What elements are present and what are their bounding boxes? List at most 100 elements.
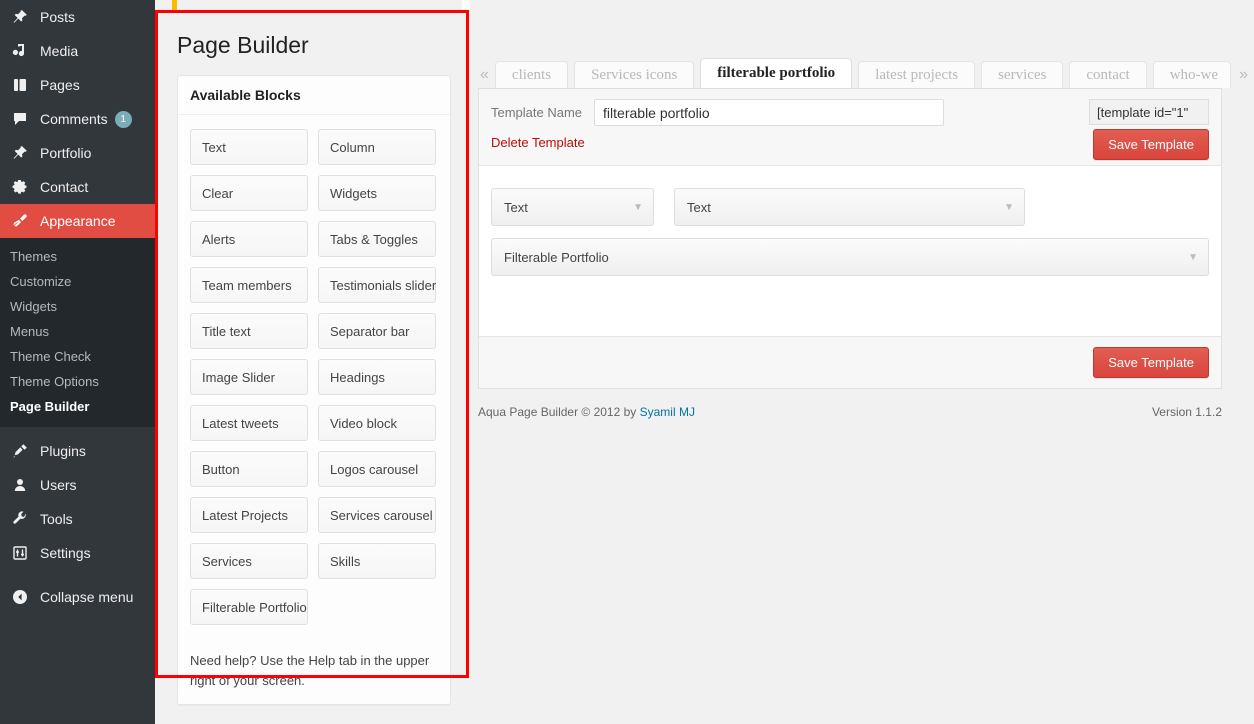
tab-services-icons[interactable]: Services icons <box>574 61 695 88</box>
sidebar-item-label: Users <box>40 477 77 493</box>
sidebar-item-comments[interactable]: Comments 1 <box>0 102 155 136</box>
available-block-latest-projects[interactable]: Latest Projects <box>190 497 308 533</box>
tabs-prev-arrow-icon[interactable]: « <box>478 66 495 88</box>
template-block-text-1[interactable]: Text ▼ <box>491 188 654 226</box>
template-block-label: Text <box>504 199 528 215</box>
sidebar-item-label: Pages <box>40 77 80 93</box>
tab-clients[interactable]: clients <box>494 61 569 88</box>
available-block-services[interactable]: Services <box>190 543 308 579</box>
available-block-widgets[interactable]: Widgets <box>318 175 436 211</box>
available-block-button[interactable]: Button <box>190 451 308 487</box>
tab-services[interactable]: services <box>981 61 1064 88</box>
available-block-clear[interactable]: Clear <box>190 175 308 211</box>
menu-divider <box>0 427 155 434</box>
submenu-item-menus[interactable]: Menus <box>0 319 155 344</box>
submenu-item-widgets[interactable]: Widgets <box>0 294 155 319</box>
template-block-label: Text <box>687 199 711 215</box>
submenu-item-customize[interactable]: Customize <box>0 269 155 294</box>
sliders-icon <box>10 543 30 563</box>
sidebar-item-media[interactable]: Media <box>0 34 155 68</box>
template-name-input[interactable] <box>594 99 945 126</box>
available-block-filterable-portfolio[interactable]: Filterable Portfolio <box>190 589 308 625</box>
sidebar-item-label: Comments <box>40 111 108 127</box>
available-block-latest-tweets[interactable]: Latest tweets <box>190 405 308 441</box>
available-block-title-text[interactable]: Title text <box>190 313 308 349</box>
template-editor-header: Template Name [template id="1" Delete Te… <box>479 89 1221 166</box>
sidebar-item-label: Media <box>40 43 79 59</box>
page-title: Page Builder <box>177 32 309 58</box>
available-block-logos-carousel[interactable]: Logos carousel <box>318 451 436 487</box>
sidebar-item-appearance[interactable]: Appearance <box>0 204 163 238</box>
available-blocks-help-text: Need help? Use the Help tab in the upper… <box>190 653 430 688</box>
sidebar-item-label: Appearance <box>40 213 116 229</box>
available-blocks-grid: Text Column Clear Widgets Alerts Tabs & … <box>190 129 438 625</box>
available-block-column[interactable]: Column <box>318 129 436 165</box>
admin-menu-top: Posts Media Pages Comments 1 Portfolio C… <box>0 0 163 238</box>
submenu-item-theme-options[interactable]: Theme Options <box>0 369 155 394</box>
template-block-text-2[interactable]: Text ▼ <box>674 188 1025 226</box>
available-blocks-panel: Available Blocks Text Column Clear Widge… <box>177 75 451 705</box>
page-builder-left-column: Page Builder Available Blocks Text Colum… <box>157 10 451 724</box>
available-block-video-block[interactable]: Video block <box>318 405 436 441</box>
available-block-separator-bar[interactable]: Separator bar <box>318 313 436 349</box>
collapse-menu-button[interactable]: Collapse menu <box>0 580 155 614</box>
template-shortcode-field[interactable]: [template id="1" <box>1089 99 1209 125</box>
sidebar-item-pages[interactable]: Pages <box>0 68 155 102</box>
tab-latest-projects[interactable]: latest projects <box>858 61 976 88</box>
plug-icon <box>10 441 30 461</box>
comment-icon <box>10 109 30 129</box>
save-template-button-bottom[interactable]: Save Template <box>1093 347 1209 378</box>
available-block-tabs-toggles[interactable]: Tabs & Toggles <box>318 221 436 257</box>
chevron-down-icon[interactable]: ▼ <box>633 202 643 213</box>
template-name-label: Template Name <box>491 105 583 120</box>
media-icon <box>10 41 30 61</box>
available-block-skills[interactable]: Skills <box>318 543 436 579</box>
user-icon <box>10 475 30 495</box>
sidebar-item-label: Posts <box>40 9 76 25</box>
tab-contact[interactable]: contact <box>1069 61 1147 88</box>
save-template-button-top[interactable]: Save Template <box>1093 129 1209 160</box>
available-block-services-carousel[interactable]: Services carousel <box>318 497 436 533</box>
available-block-alerts[interactable]: Alerts <box>190 221 308 257</box>
available-blocks-body: Text Column Clear Widgets Alerts Tabs & … <box>178 115 450 635</box>
tabs-next-arrow-icon[interactable]: » <box>1237 66 1254 88</box>
available-block-headings[interactable]: Headings <box>318 359 436 395</box>
sidebar-item-contact[interactable]: Contact <box>0 170 155 204</box>
sidebar-item-users[interactable]: Users <box>0 468 155 502</box>
delete-template-link[interactable]: Delete Template <box>491 135 585 150</box>
screen: Posts Media Pages Comments 1 Portfolio C… <box>0 0 1254 724</box>
pin-icon <box>10 143 30 163</box>
brush-icon <box>10 211 30 231</box>
wrench-icon <box>10 509 30 529</box>
tab-filterable-portfolio[interactable]: filterable portfolio <box>700 58 853 88</box>
sidebar-item-tools[interactable]: Tools <box>0 502 155 536</box>
available-block-image-slider[interactable]: Image Slider <box>190 359 308 395</box>
sidebar-item-plugins[interactable]: Plugins <box>0 434 155 468</box>
submenu-item-page-builder[interactable]: Page Builder <box>0 394 155 419</box>
available-block-testimonials-slider[interactable]: Testimonials slider <box>318 267 436 303</box>
available-block-team-members[interactable]: Team members <box>190 267 308 303</box>
submenu-item-themes[interactable]: Themes <box>0 244 155 269</box>
sidebar-item-label: Contact <box>40 179 89 195</box>
footer-credit: Aqua Page Builder © 2012 by Syamil MJ <box>478 405 695 419</box>
template-block-filterable-portfolio[interactable]: Filterable Portfolio ▼ <box>491 238 1209 276</box>
chevron-down-icon[interactable]: ▼ <box>1004 202 1014 213</box>
footer-version: Version 1.1.2 <box>1151 405 1222 419</box>
sidebar-item-settings[interactable]: Settings <box>0 536 155 570</box>
footer-author-link[interactable]: Syamil MJ <box>640 405 695 419</box>
sidebar-item-posts[interactable]: Posts <box>0 0 155 34</box>
sidebar-item-portfolio[interactable]: Portfolio <box>0 136 155 170</box>
sidebar-item-label: Tools <box>40 511 73 527</box>
collapse-arrow-icon <box>10 587 30 607</box>
tab-who-we[interactable]: who-we <box>1152 61 1232 88</box>
admin-sidebar: Posts Media Pages Comments 1 Portfolio C… <box>0 0 163 724</box>
page-builder-right-column: « clients Services icons filterable port… <box>470 0 1254 724</box>
submenu-item-theme-check[interactable]: Theme Check <box>0 344 155 369</box>
sidebar-item-label: Plugins <box>40 443 86 459</box>
available-block-text[interactable]: Text <box>190 129 308 165</box>
block-row: Text ▼ Text ▼ <box>491 188 1209 226</box>
sidebar-item-label: Settings <box>40 545 91 561</box>
footer-credit-text: Aqua Page Builder © 2012 by <box>478 405 640 419</box>
chevron-down-icon[interactable]: ▼ <box>1188 252 1198 263</box>
template-blocks-area: Text ▼ Text ▼ Filterable Portfolio ▼ <box>479 166 1221 336</box>
